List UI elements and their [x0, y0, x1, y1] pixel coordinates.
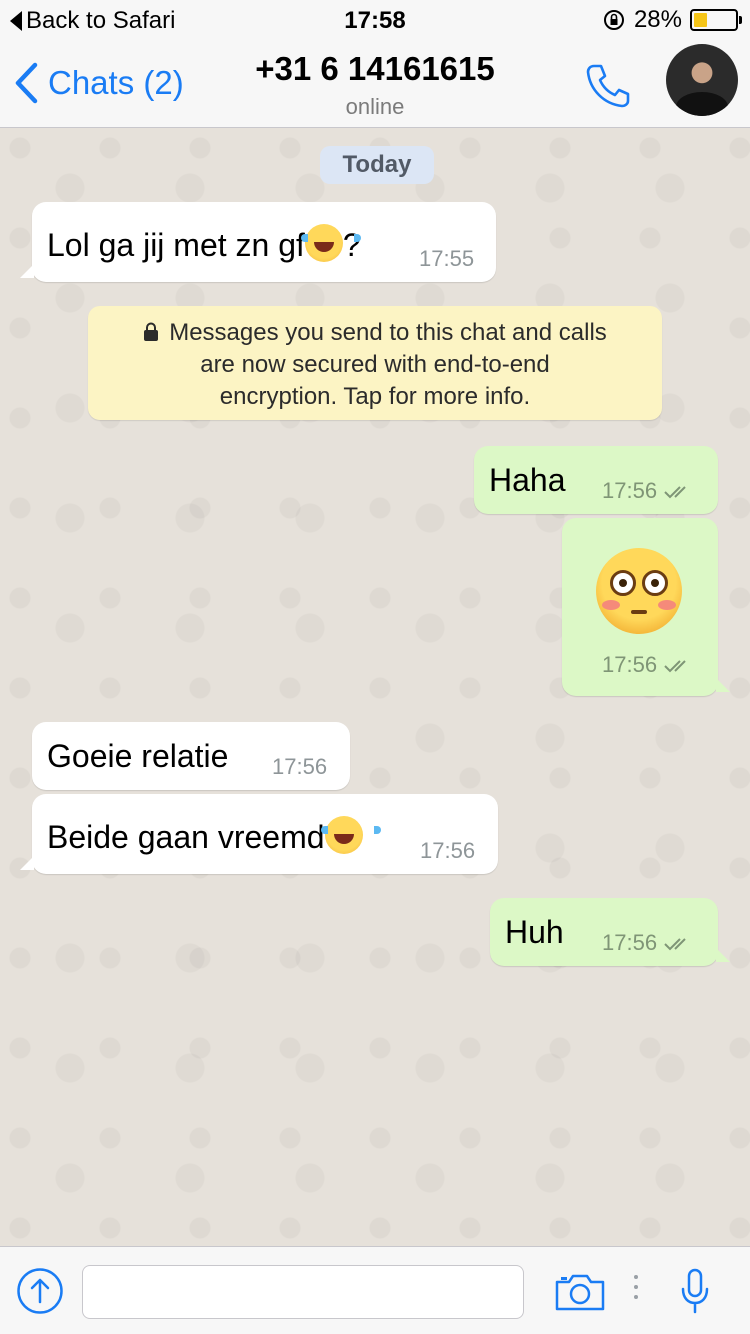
message-bubble-incoming[interactable]: Lol ga jij met zn gf? 17:55 [20, 202, 496, 282]
message-time: 17:56 [602, 930, 658, 955]
battery-percent: 28% [633, 6, 682, 33]
flushed-face-icon [596, 548, 682, 634]
message-time-wrap: 17:56 [602, 478, 693, 504]
message-bubble-outgoing[interactable]: 17:56 [562, 518, 730, 696]
contact-name[interactable]: +31 6 14161615 [0, 50, 750, 88]
chat-area[interactable]: Today Lol ga jij met zn gf? 17:55 Messag… [0, 128, 750, 1246]
chat-header: Chats (2) +31 6 14161615 online [0, 40, 750, 128]
encryption-notice[interactable]: Messages you send to this chat and calls… [88, 306, 662, 420]
message-time-wrap: 17:56 [602, 652, 693, 678]
avatar[interactable] [666, 44, 738, 116]
upload-icon[interactable] [16, 1267, 64, 1315]
contact-status: online [345, 94, 405, 119]
message-bubble-incoming[interactable]: Goeie relatie 17:56 [32, 722, 350, 790]
message-text: Goeie relatie [47, 738, 229, 774]
message-input-bar [0, 1246, 750, 1334]
face-with-tears-of-joy-icon [320, 816, 381, 854]
message-text: Beide gaan vreemd [47, 816, 381, 856]
message-time: 17:56 [602, 478, 658, 503]
lock-icon [144, 322, 159, 341]
message-text: Huh [505, 914, 564, 950]
status-indicators: 28% [602, 6, 742, 34]
face-with-tears-of-joy-icon [300, 224, 361, 262]
message-time-wrap: 17:56 [602, 930, 693, 956]
message-bubble-incoming[interactable]: Beide gaan vreemd 17:56 [20, 794, 498, 874]
date-divider: Today [320, 146, 434, 184]
status-bar: Back to Safari 17:58 28% [0, 0, 750, 40]
read-double-check-icon [664, 660, 686, 673]
message-input[interactable] [82, 1265, 524, 1319]
more-dots-icon[interactable] [632, 1275, 640, 1299]
message-bubble-outgoing[interactable]: Huh 17:56 [490, 898, 730, 966]
battery-icon [690, 9, 742, 31]
message-text: Haha [489, 462, 566, 498]
message-time: 17:56 [272, 754, 328, 779]
message-time: 17:56 [602, 652, 658, 677]
camera-icon[interactable] [554, 1272, 606, 1312]
message-text: Lol ga jij met zn gf? [47, 224, 361, 264]
microphone-icon[interactable] [680, 1267, 710, 1315]
read-double-check-icon [664, 938, 686, 951]
encryption-notice-line: Messages you send to this chat and calls [88, 317, 662, 349]
message-time: 17:55 [419, 246, 475, 271]
rotation-lock-icon [603, 10, 624, 30]
message-bubble-outgoing[interactable]: Haha 17:56 [474, 446, 718, 514]
encryption-notice-line: encryption. Tap for more info. [219, 383, 531, 410]
message-time: 17:56 [420, 838, 476, 863]
encryption-notice-line: are now secured with end-to-end [200, 351, 550, 378]
phone-icon[interactable] [582, 60, 632, 110]
read-double-check-icon [664, 486, 686, 499]
